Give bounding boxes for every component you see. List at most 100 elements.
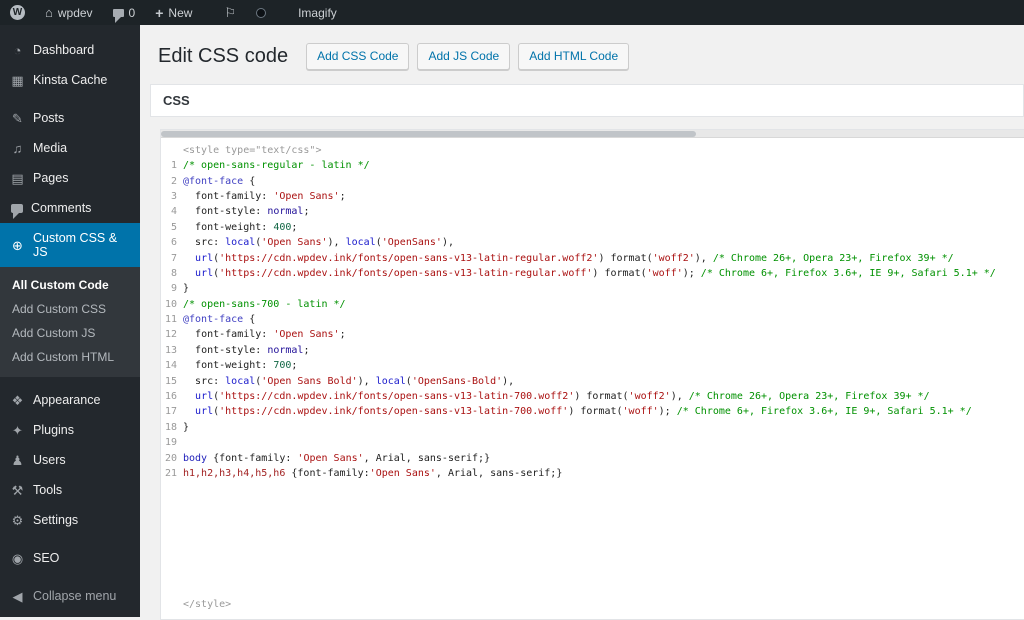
submenu-item-add-custom-html[interactable]: Add Custom HTML <box>0 345 140 369</box>
token-prop: font-style <box>195 345 255 356</box>
token-fn: local <box>225 237 255 248</box>
code-text: /* open-sans-regular - latin */ <box>183 158 370 173</box>
token-str: 'Open Sans' <box>273 329 339 340</box>
token-com: /* Chrome 6+, Firefox 3.6+, IE 9+, Safar… <box>701 268 996 279</box>
line-number: 20 <box>161 451 183 466</box>
code-line: 14 font-weight: 700; <box>161 358 1024 373</box>
sidebar-item-kinsta-cache[interactable]: ▦Kinsta Cache <box>0 65 140 95</box>
token-com: /* Chrome 6+, Firefox 3.6+, IE 9+, Safar… <box>677 406 972 417</box>
token-pln: ), <box>671 391 689 402</box>
editor-empty-space <box>161 481 1024 597</box>
code-text: font-family: 'Open Sans'; <box>183 327 346 342</box>
code-text: @font-face { <box>183 174 255 189</box>
token-pln: ; <box>291 222 297 233</box>
sidebar-item-label: Dashboard <box>33 43 94 57</box>
token-pln: ), <box>502 376 514 387</box>
sidebar-item-posts[interactable]: ✎Posts <box>0 103 140 133</box>
line-number <box>161 143 183 158</box>
code-line: 16 url('https://cdn.wpdev.ink/fonts/open… <box>161 389 1024 404</box>
imagify-label: Imagify <box>298 6 337 20</box>
site-name-menu[interactable]: ⌂ wpdev <box>35 0 103 25</box>
token-str: 'https://cdn.wpdev.ink/fonts/open-sans-v… <box>219 268 592 279</box>
code-text: url('https://cdn.wpdev.ink/fonts/open-sa… <box>183 389 930 404</box>
line-number: 15 <box>161 374 183 389</box>
css-code-editor[interactable]: <style type="text/css">1/* open-sans-reg… <box>160 129 1024 620</box>
dashboard-gauge-icon: ◔ <box>10 44 25 57</box>
sidebar-item-dashboard[interactable]: ◔ Dashboard <box>0 35 140 65</box>
token-str: 'https://cdn.wpdev.ink/fonts/open-sans-v… <box>219 406 568 417</box>
token-def: @font-face <box>183 314 243 325</box>
line-number: 17 <box>161 404 183 419</box>
imagify-dot-menu[interactable] <box>246 0 276 25</box>
code-text: } <box>183 420 189 435</box>
token-str: 'https://cdn.wpdev.ink/fonts/open-sans-v… <box>219 391 574 402</box>
menu-separator <box>0 377 140 385</box>
sidebar-item-seo[interactable]: ◉SEO <box>0 543 140 573</box>
sidebar-item-label: SEO <box>33 551 59 565</box>
token-fn: url <box>195 406 213 417</box>
submenu-item-all-custom-code[interactable]: All Custom Code <box>0 273 140 297</box>
sidebar-item-comments[interactable]: Comments <box>0 193 140 223</box>
token-pln: ); <box>659 406 677 417</box>
line-number: 4 <box>161 204 183 219</box>
admin-bar-gap <box>202 0 214 25</box>
new-content-menu[interactable]: + New <box>145 0 202 25</box>
sidebar-item-custom-css-js[interactable]: ⊕Custom CSS & JS <box>0 223 140 267</box>
code-line: 7 url('https://cdn.wpdev.ink/fonts/open-… <box>161 251 1024 266</box>
line-number: 16 <box>161 389 183 404</box>
code-text: </style> <box>183 597 231 612</box>
line-number: 3 <box>161 189 183 204</box>
token-pln: ); <box>683 268 701 279</box>
code-line: 4 font-style: normal; <box>161 204 1024 219</box>
home-icon: ⌂ <box>45 6 53 19</box>
line-number: 10 <box>161 297 183 312</box>
sidebar-item-settings[interactable]: ⚙Settings <box>0 505 140 535</box>
code-text: src: local('Open Sans'), local('OpenSans… <box>183 235 454 250</box>
wp-logo-menu[interactable]: W <box>0 0 35 25</box>
editor-scrollbar-horizontal[interactable] <box>161 130 1024 138</box>
sidebar-item-media[interactable]: ♫Media <box>0 133 140 163</box>
sidebar-item-users[interactable]: ♟Users <box>0 445 140 475</box>
code-text: font-style: normal; <box>183 343 309 358</box>
menu-separator <box>0 535 140 543</box>
token-pln: : <box>255 345 267 356</box>
code-line: 13 font-style: normal; <box>161 343 1024 358</box>
sidebar-item-appearance[interactable]: ❖Appearance <box>0 385 140 415</box>
submenu-item-add-custom-css[interactable]: Add Custom CSS <box>0 297 140 321</box>
sidebar-item-plugins[interactable]: ✦Plugins <box>0 415 140 445</box>
token-fn: local <box>376 376 406 387</box>
sidebar-item-collapse-menu[interactable]: ◀Collapse menu <box>0 581 140 611</box>
token-pln: ) format( <box>568 406 622 417</box>
submenu-item-add-custom-js[interactable]: Add Custom JS <box>0 321 140 345</box>
imagify-menu[interactable]: Imagify <box>288 0 347 25</box>
token-pln <box>183 222 195 233</box>
line-number: 13 <box>161 343 183 358</box>
sidebar-item-label: Settings <box>33 513 78 527</box>
sidebar-item-tools[interactable]: ⚒Tools <box>0 475 140 505</box>
code-text: /* open-sans-700 - latin */ <box>183 297 346 312</box>
line-number: 19 <box>161 435 183 450</box>
token-str: 'woff2' <box>629 391 671 402</box>
token-str: 'OpenSans' <box>382 237 442 248</box>
token-com: /* Chrome 26+, Opera 23+, Firefox 39+ */ <box>689 391 930 402</box>
token-pln: ), <box>695 253 713 264</box>
add-css-code-button[interactable]: Add CSS Code <box>306 43 409 70</box>
add-js-code-button[interactable]: Add JS Code <box>417 43 510 70</box>
scrollbar-thumb[interactable] <box>161 131 696 137</box>
token-def: @font-face <box>183 176 243 187</box>
posts-pin-icon: ✎ <box>10 112 25 125</box>
token-tag2: h1,h2,h3,h4,h5,h6 <box>183 468 285 479</box>
token-com: /* open-sans-regular - latin */ <box>183 160 370 171</box>
code-line: 15 src: local('Open Sans Bold'), local('… <box>161 374 1024 389</box>
panel-title[interactable]: CSS <box>151 85 1023 116</box>
add-html-code-button[interactable]: Add HTML Code <box>518 43 629 70</box>
code-lines[interactable]: <style type="text/css">1/* open-sans-reg… <box>161 138 1024 619</box>
comments-bubble-icon <box>11 204 23 213</box>
comments-menu[interactable]: 0 <box>103 0 146 25</box>
token-pln: : <box>261 360 273 371</box>
code-line: 6 src: local('Open Sans'), local('OpenSa… <box>161 235 1024 250</box>
token-fn: url <box>195 391 213 402</box>
sidebar-item-pages[interactable]: ▤Pages <box>0 163 140 193</box>
flag-menu[interactable]: ⚐ <box>214 0 246 25</box>
token-pln <box>183 406 195 417</box>
